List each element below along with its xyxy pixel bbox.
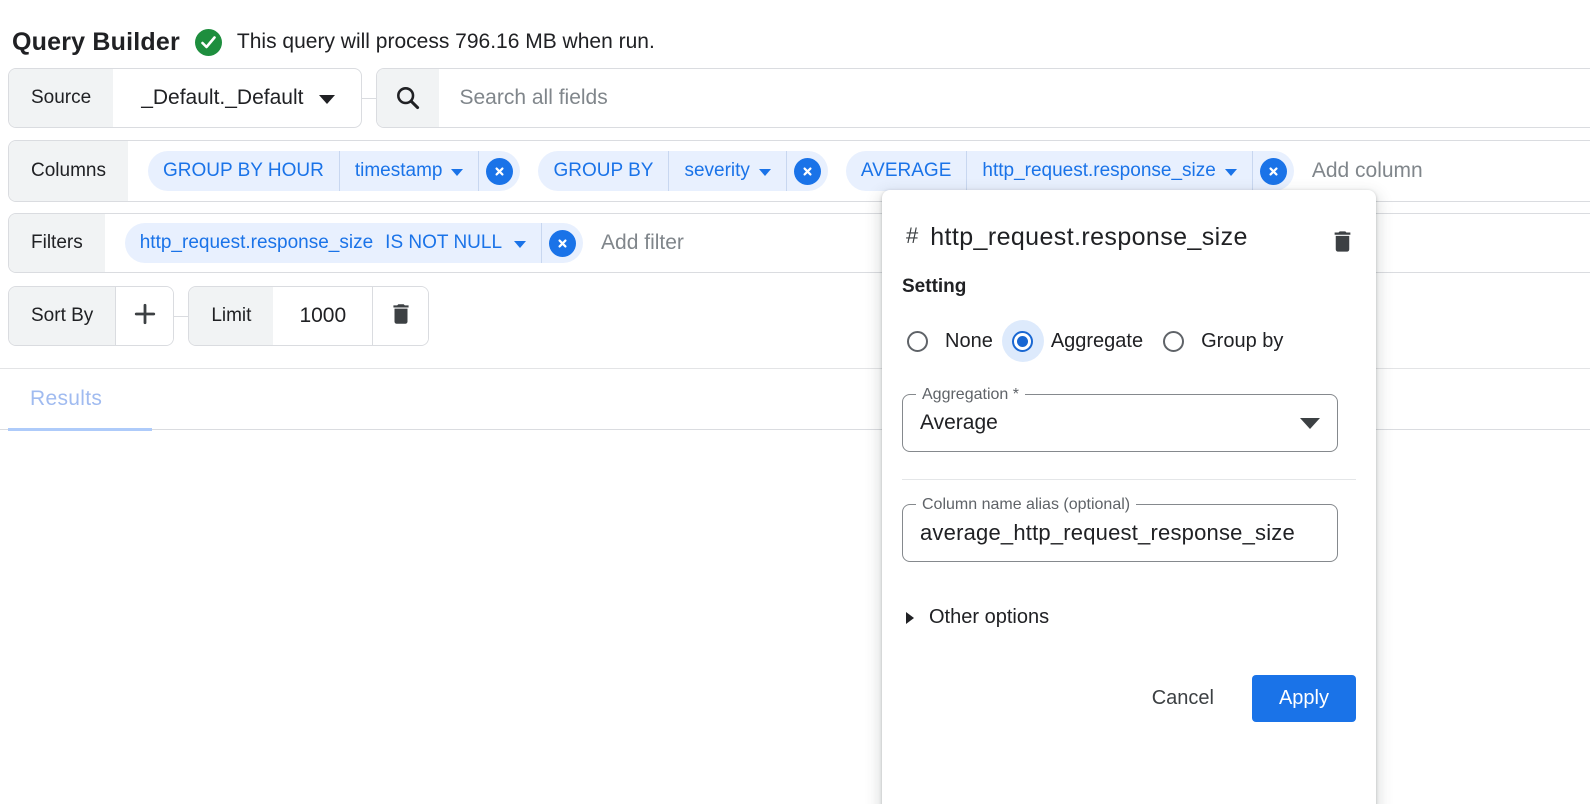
trash-icon (1329, 243, 1356, 258)
remove-chip-button[interactable] (1260, 158, 1287, 185)
search-input[interactable] (439, 69, 1590, 127)
column-chip-severity: GROUP BY severity (538, 151, 827, 191)
caret-down-icon (451, 169, 463, 176)
tab-results-underline (8, 428, 152, 431)
search-icon (377, 69, 439, 127)
chip-separator (786, 151, 787, 191)
radio-aggregate[interactable]: Aggregate (1002, 320, 1152, 362)
sort-by-label: Sort By (9, 287, 115, 345)
alias-value: average_http_request_response_size (903, 520, 1337, 546)
radio-none-label: None (945, 330, 993, 353)
source-dataset-dropdown[interactable]: _Default._Default (113, 69, 361, 127)
source-label: Source (9, 69, 113, 127)
radio-circle-icon (1163, 331, 1184, 352)
chip-prefix[interactable]: AVERAGE (846, 151, 966, 191)
other-options-toggle[interactable]: Other options (906, 606, 1356, 629)
caret-down-icon (514, 241, 526, 248)
remove-chip-button[interactable] (794, 158, 821, 185)
success-check-icon (195, 29, 222, 56)
radio-halo (896, 320, 938, 362)
chip-prefix[interactable]: GROUP BY HOUR (148, 151, 339, 191)
chip-field-dropdown[interactable]: timestamp (340, 151, 479, 191)
popup-divider (902, 479, 1356, 480)
process-size-status: This query will process 796.16 MB when r… (237, 30, 655, 54)
remove-chip-button[interactable] (486, 158, 513, 185)
chip-field-label: timestamp (355, 160, 443, 182)
radio-halo (1002, 320, 1044, 362)
aggregation-value: Average (903, 411, 998, 435)
radio-group-by-label: Group by (1201, 330, 1283, 353)
caret-down-icon (1225, 169, 1237, 176)
remove-limit-button[interactable] (372, 287, 428, 345)
delete-column-button[interactable] (1329, 228, 1356, 258)
chip-field-dropdown[interactable]: severity (669, 151, 785, 191)
chip-separator (478, 151, 479, 191)
aggregation-select[interactable]: Aggregation * Average (902, 394, 1338, 452)
radio-group-by[interactable]: Group by (1152, 320, 1292, 362)
cancel-button[interactable]: Cancel (1130, 677, 1236, 720)
alias-input[interactable]: Column name alias (optional) average_htt… (902, 504, 1338, 562)
limit-label: Limit (189, 287, 273, 345)
search-box (376, 68, 1590, 128)
radio-aggregate-label: Aggregate (1051, 330, 1143, 353)
limit-value-input[interactable]: 1000 (273, 287, 372, 345)
source-dataset-value: _Default._Default (141, 86, 303, 110)
filter-operator-label: IS NOT NULL (385, 232, 502, 254)
page-title: Query Builder (12, 28, 180, 57)
chip-separator (541, 223, 542, 263)
sort-by-box: Sort By (8, 286, 174, 346)
chip-field-label: severity (684, 160, 749, 182)
alias-field-label: Column name alias (optional) (916, 496, 1136, 514)
caret-down-icon (319, 95, 335, 104)
popup-footer: Cancel Apply (902, 675, 1356, 722)
add-sort-button[interactable] (115, 287, 173, 345)
trash-icon (388, 301, 414, 332)
chip-separator (1252, 151, 1253, 191)
column-chip-response-size: AVERAGE http_request.response_size (846, 151, 1294, 191)
column-chip-timestamp: GROUP BY HOUR timestamp (148, 151, 520, 191)
chip-field-label: http_request.response_size (982, 160, 1215, 182)
header: Query Builder This query will process 79… (0, 0, 1590, 64)
aggregation-field-label: Aggregation * (916, 386, 1025, 404)
popup-header: # http_request.response_size (902, 216, 1356, 258)
columns-label: Columns (9, 141, 128, 201)
other-options-label: Other options (929, 606, 1049, 629)
filter-chip: http_request.response_size IS NOT NULL (125, 223, 583, 263)
radio-none[interactable]: None (896, 320, 1002, 362)
chip-field-dropdown[interactable]: http_request.response_size (967, 151, 1251, 191)
expand-right-icon (906, 612, 914, 624)
add-filter-placeholder[interactable]: Add filter (601, 231, 684, 255)
add-column-placeholder[interactable]: Add column (1312, 159, 1423, 183)
row-connector (362, 98, 376, 99)
tab-results[interactable]: Results (30, 387, 102, 411)
source-search-row: Source _Default._Default (8, 68, 1590, 128)
apply-button[interactable]: Apply (1252, 675, 1356, 722)
setting-heading: Setting (902, 276, 1356, 298)
filters-label: Filters (9, 214, 105, 272)
popup-field-title: http_request.response_size (930, 216, 1288, 258)
chip-prefix[interactable]: GROUP BY (538, 151, 668, 191)
plus-icon (131, 300, 159, 333)
remove-filter-button[interactable] (549, 230, 576, 257)
source-box: Source _Default._Default (8, 68, 362, 128)
setting-radio-group: None Aggregate Group by (896, 320, 1356, 362)
column-settings-popup: # http_request.response_size Setting Non… (882, 190, 1376, 804)
limit-box: Limit 1000 (188, 286, 429, 346)
filter-field-label: http_request.response_size (140, 232, 373, 254)
row-connector (174, 316, 188, 317)
numeric-type-icon: # (906, 223, 918, 249)
caret-down-icon (759, 169, 771, 176)
caret-down-icon (1300, 418, 1320, 429)
radio-selected-icon (1012, 331, 1033, 352)
radio-circle-icon (907, 331, 928, 352)
filter-expression-dropdown[interactable]: http_request.response_size IS NOT NULL (125, 223, 541, 263)
query-builder-page: Query Builder This query will process 79… (0, 0, 1590, 804)
radio-halo (1152, 320, 1194, 362)
